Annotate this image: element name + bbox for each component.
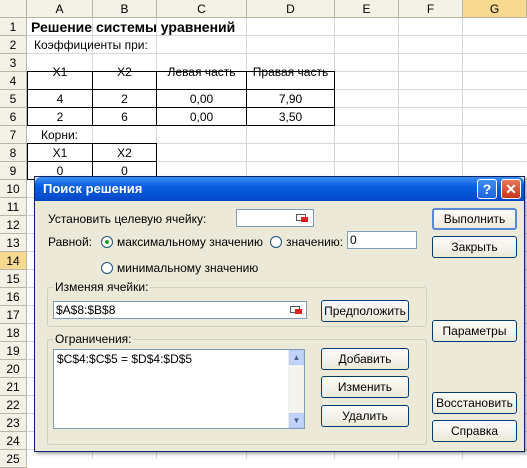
row-header[interactable]: 17: [0, 306, 27, 324]
change-button[interactable]: Изменить: [321, 376, 409, 398]
row-header[interactable]: 9: [0, 162, 27, 180]
sheet-title[interactable]: Решение системы уравнений: [31, 18, 235, 36]
dialog-titlebar[interactable]: Поиск решения ? ✕: [35, 177, 524, 201]
row-header[interactable]: 5: [0, 90, 27, 108]
table-border: [156, 143, 157, 180]
roots-header-x1[interactable]: X1: [28, 144, 92, 162]
table-cell[interactable]: 0,00: [157, 90, 246, 108]
scroll-up-icon[interactable]: ▲: [289, 350, 304, 365]
row-header[interactable]: 4: [0, 72, 27, 90]
row-header[interactable]: 18: [0, 324, 27, 342]
row-header[interactable]: 21: [0, 378, 27, 396]
radio-min-label[interactable]: минимальному значению: [117, 261, 258, 275]
dialog-title: Поиск решения: [43, 181, 143, 196]
row-header[interactable]: 22: [0, 396, 27, 414]
equal-to-label: Равной:: [48, 235, 92, 249]
value-input[interactable]: 0: [347, 231, 417, 249]
radio-min[interactable]: [101, 262, 113, 274]
table-cell[interactable]: 3,50: [247, 108, 334, 126]
row-header[interactable]: 24: [0, 432, 27, 450]
table-cell[interactable]: 0,00: [157, 108, 246, 126]
column-header-b[interactable]: B: [93, 0, 157, 18]
header-cell-right-side[interactable]: Правая часть: [247, 54, 334, 90]
row-header[interactable]: 12: [0, 216, 27, 234]
header-cell-left-side[interactable]: Левая часть: [157, 54, 246, 90]
scroll-down-icon[interactable]: ▼: [289, 413, 304, 428]
collapse-dialog-icon[interactable]: [289, 304, 303, 316]
run-button[interactable]: Выполнить: [432, 208, 517, 230]
header-cell-x1[interactable]: X1: [28, 54, 92, 90]
table-cell[interactable]: 6: [93, 108, 156, 126]
help-icon[interactable]: ?: [477, 179, 497, 199]
guess-button[interactable]: Предположить: [321, 300, 409, 322]
row-header[interactable]: 25: [0, 450, 27, 468]
column-header-g[interactable]: G: [463, 0, 527, 18]
close-button[interactable]: Закрыть: [432, 236, 517, 258]
table-border: [334, 71, 335, 126]
collapse-dialog-icon[interactable]: [295, 212, 309, 224]
table-cell[interactable]: 4: [28, 90, 92, 108]
row-header[interactable]: 13: [0, 234, 27, 252]
row-header[interactable]: 11: [0, 198, 27, 216]
target-cell-label: Установить целевую ячейку:: [48, 212, 207, 226]
column-header-c[interactable]: C: [157, 0, 247, 18]
delete-button[interactable]: Удалить: [321, 405, 409, 427]
column-header-f[interactable]: F: [399, 0, 463, 18]
help-button[interactable]: Справка: [432, 420, 517, 442]
column-header-a[interactable]: A: [27, 0, 93, 18]
changing-cells-input[interactable]: $A$8:$B$8: [53, 301, 307, 319]
radio-max[interactable]: [101, 236, 113, 248]
select-all-corner[interactable]: [0, 0, 27, 18]
table-cell[interactable]: 2: [28, 108, 92, 126]
constraints-list[interactable]: $C$4:$C$5 = $D$4:$D$5 ▲ ▼: [53, 349, 305, 429]
row-header[interactable]: 15: [0, 270, 27, 288]
table-cell[interactable]: 2: [93, 90, 156, 108]
row-header[interactable]: 2: [0, 36, 27, 54]
close-icon[interactable]: ✕: [501, 179, 521, 199]
row-header[interactable]: 23: [0, 414, 27, 432]
restore-button[interactable]: Восстановить: [432, 392, 517, 414]
row-header[interactable]: 20: [0, 360, 27, 378]
row-header[interactable]: 8: [0, 144, 27, 162]
header-cell-x2[interactable]: X2: [93, 54, 156, 90]
roots-label[interactable]: Корни:: [41, 126, 78, 144]
add-button[interactable]: Добавить: [321, 348, 409, 370]
table-cell[interactable]: 7,90: [247, 90, 334, 108]
radio-max-label[interactable]: максимальному значению: [117, 235, 263, 249]
row-header[interactable]: 6: [0, 108, 27, 126]
options-button[interactable]: Параметры: [432, 320, 517, 342]
radio-value-label[interactable]: значению:: [286, 235, 343, 249]
constraint-item[interactable]: $C$4:$C$5 = $D$4:$D$5: [57, 352, 192, 366]
row-header[interactable]: 16: [0, 288, 27, 306]
column-header-d[interactable]: D: [247, 0, 335, 18]
row-header[interactable]: 1: [0, 18, 27, 36]
solver-dialog: Поиск решения ? ✕ Установить целевую яче…: [34, 176, 525, 452]
row-header[interactable]: 14: [0, 252, 27, 270]
radio-value[interactable]: [270, 236, 282, 248]
changing-cells-label: Изменяя ячейки:: [53, 280, 151, 294]
constraints-label: Ограничения:: [53, 332, 134, 346]
row-header[interactable]: 7: [0, 126, 27, 144]
row-header[interactable]: 10: [0, 180, 27, 198]
constraints-scrollbar[interactable]: ▲ ▼: [288, 350, 304, 428]
roots-header-x2[interactable]: X2: [93, 144, 156, 162]
row-header[interactable]: 3: [0, 54, 27, 72]
row-header[interactable]: 19: [0, 342, 27, 360]
coefficients-label[interactable]: Коэффициенты при:: [34, 36, 148, 54]
column-header-e[interactable]: E: [335, 0, 399, 18]
